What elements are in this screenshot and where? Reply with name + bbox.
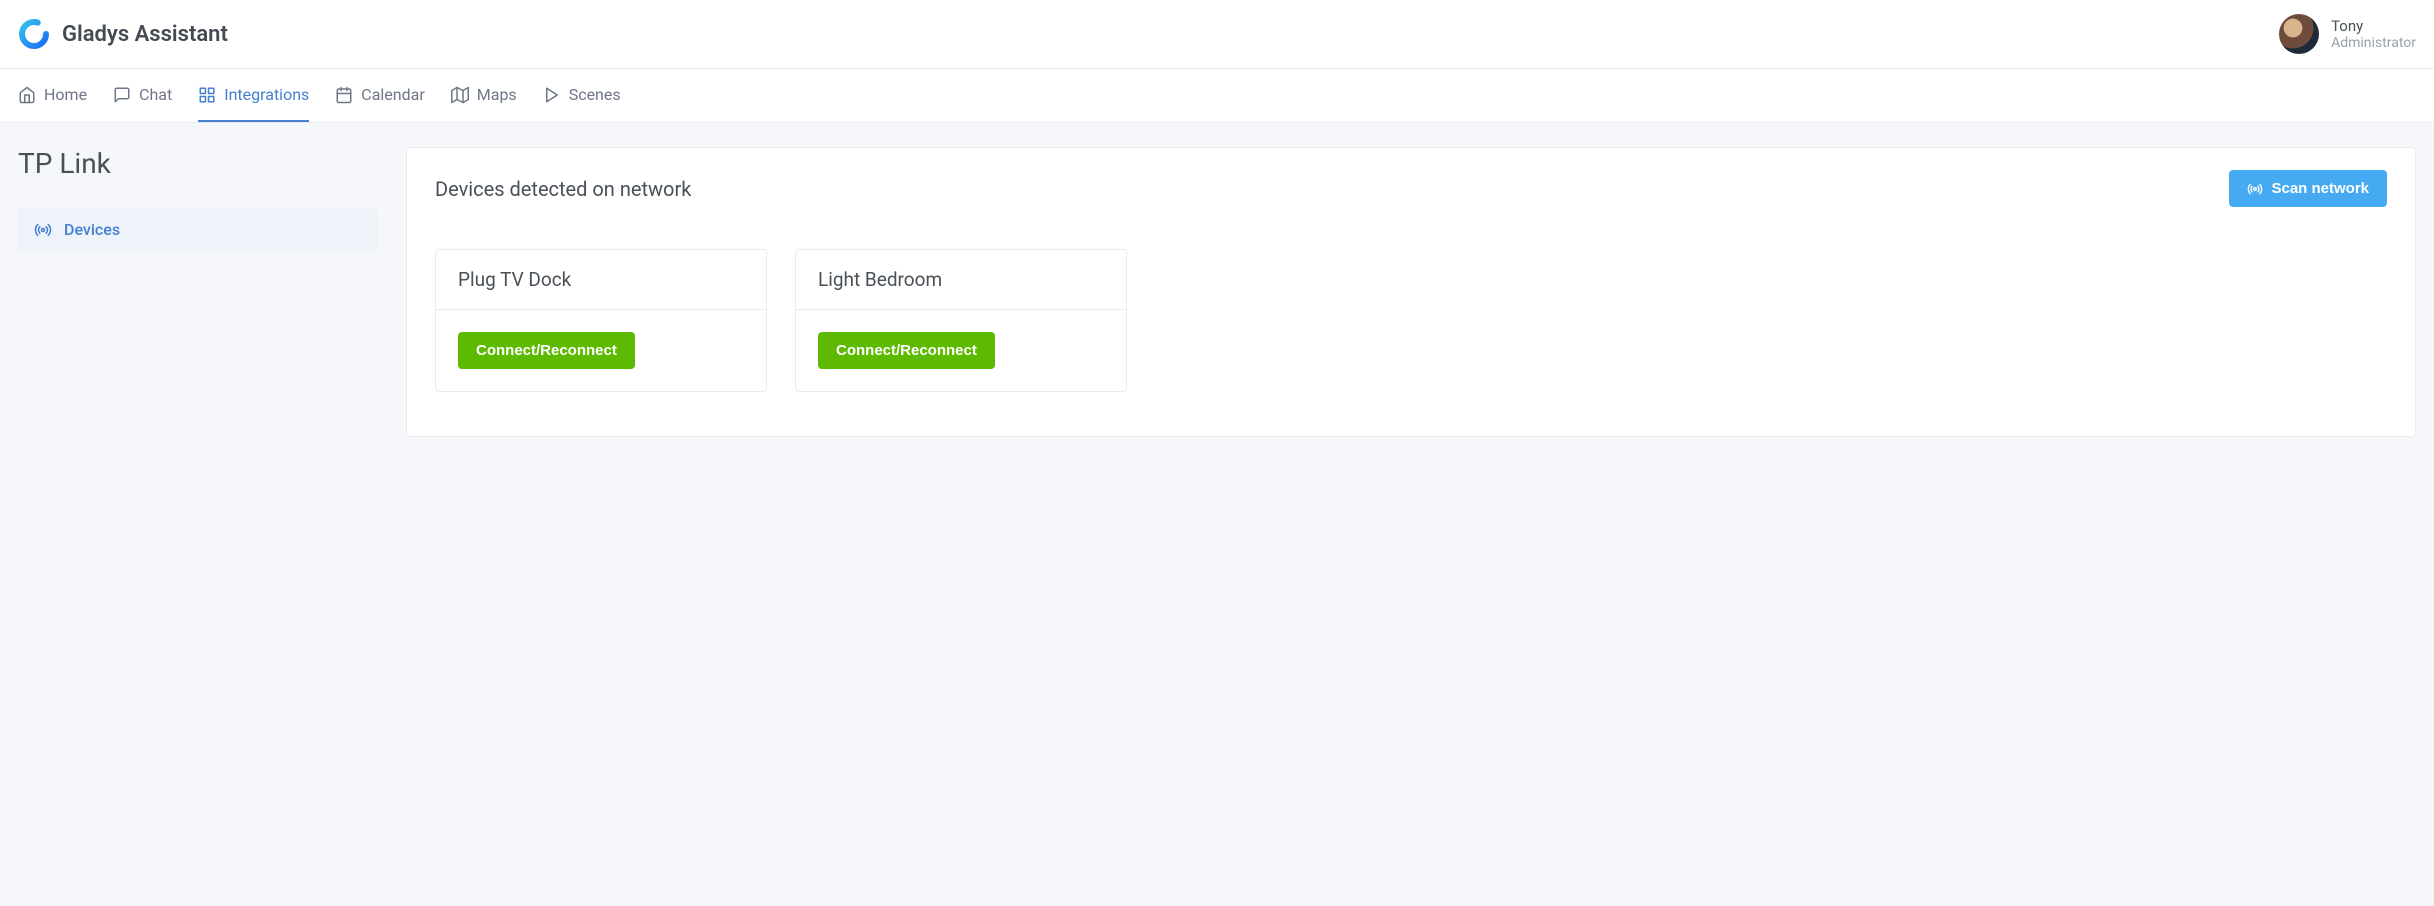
sidebar-item-devices[interactable]: Devices: [18, 208, 378, 251]
map-icon: [451, 86, 469, 104]
nav-home[interactable]: Home: [18, 69, 87, 122]
nav-label: Scenes: [569, 85, 621, 104]
logo-icon: [18, 18, 50, 50]
connect-button[interactable]: Connect/Reconnect: [458, 332, 635, 369]
user-menu[interactable]: Tony Administrator: [2279, 14, 2416, 54]
radio-icon: [34, 221, 52, 239]
play-icon: [543, 86, 561, 104]
brand[interactable]: Gladys Assistant: [18, 18, 228, 50]
nav-label: Calendar: [361, 85, 424, 104]
user-role: Administrator: [2331, 35, 2416, 52]
sidebar-list: Devices: [18, 208, 378, 251]
nav-maps[interactable]: Maps: [451, 69, 517, 122]
device-name: Light Bedroom: [796, 250, 1126, 310]
connect-button-label: Connect/Reconnect: [476, 342, 617, 359]
nav-calendar[interactable]: Calendar: [335, 69, 424, 122]
nav-label: Chat: [139, 85, 172, 104]
sidebar: TP Link Devices: [18, 147, 378, 251]
main-nav: Home Chat Integrations Calendar Maps Sce…: [0, 69, 2434, 123]
nav-label: Integrations: [224, 85, 309, 104]
page-title: TP Link: [18, 147, 378, 180]
main-panel: Devices detected on network Scan network…: [406, 147, 2416, 437]
chat-icon: [113, 86, 131, 104]
nav-integrations[interactable]: Integrations: [198, 69, 309, 122]
home-icon: [18, 86, 36, 104]
device-grid: Plug TV Dock Connect/Reconnect Light Bed…: [407, 229, 2415, 436]
connect-button-label: Connect/Reconnect: [836, 342, 977, 359]
radio-icon: [2247, 181, 2263, 197]
user-name: Tony: [2331, 17, 2416, 35]
scan-button-label: Scan network: [2271, 180, 2369, 197]
device-card: Light Bedroom Connect/Reconnect: [795, 249, 1127, 392]
content: TP Link Devices Devices detected on netw…: [0, 123, 2434, 461]
sidebar-item-label: Devices: [64, 220, 120, 239]
grid-icon: [198, 86, 216, 104]
connect-button[interactable]: Connect/Reconnect: [818, 332, 995, 369]
nav-scenes[interactable]: Scenes: [543, 69, 621, 122]
brand-title: Gladys Assistant: [62, 22, 228, 47]
main-title: Devices detected on network: [435, 177, 691, 201]
nav-chat[interactable]: Chat: [113, 69, 172, 122]
scan-network-button[interactable]: Scan network: [2229, 170, 2387, 207]
device-name: Plug TV Dock: [436, 250, 766, 310]
device-card: Plug TV Dock Connect/Reconnect: [435, 249, 767, 392]
header: Gladys Assistant Tony Administrator: [0, 0, 2434, 69]
avatar: [2279, 14, 2319, 54]
nav-label: Maps: [477, 85, 517, 104]
calendar-icon: [335, 86, 353, 104]
nav-label: Home: [44, 85, 87, 104]
main-header: Devices detected on network Scan network: [407, 148, 2415, 229]
